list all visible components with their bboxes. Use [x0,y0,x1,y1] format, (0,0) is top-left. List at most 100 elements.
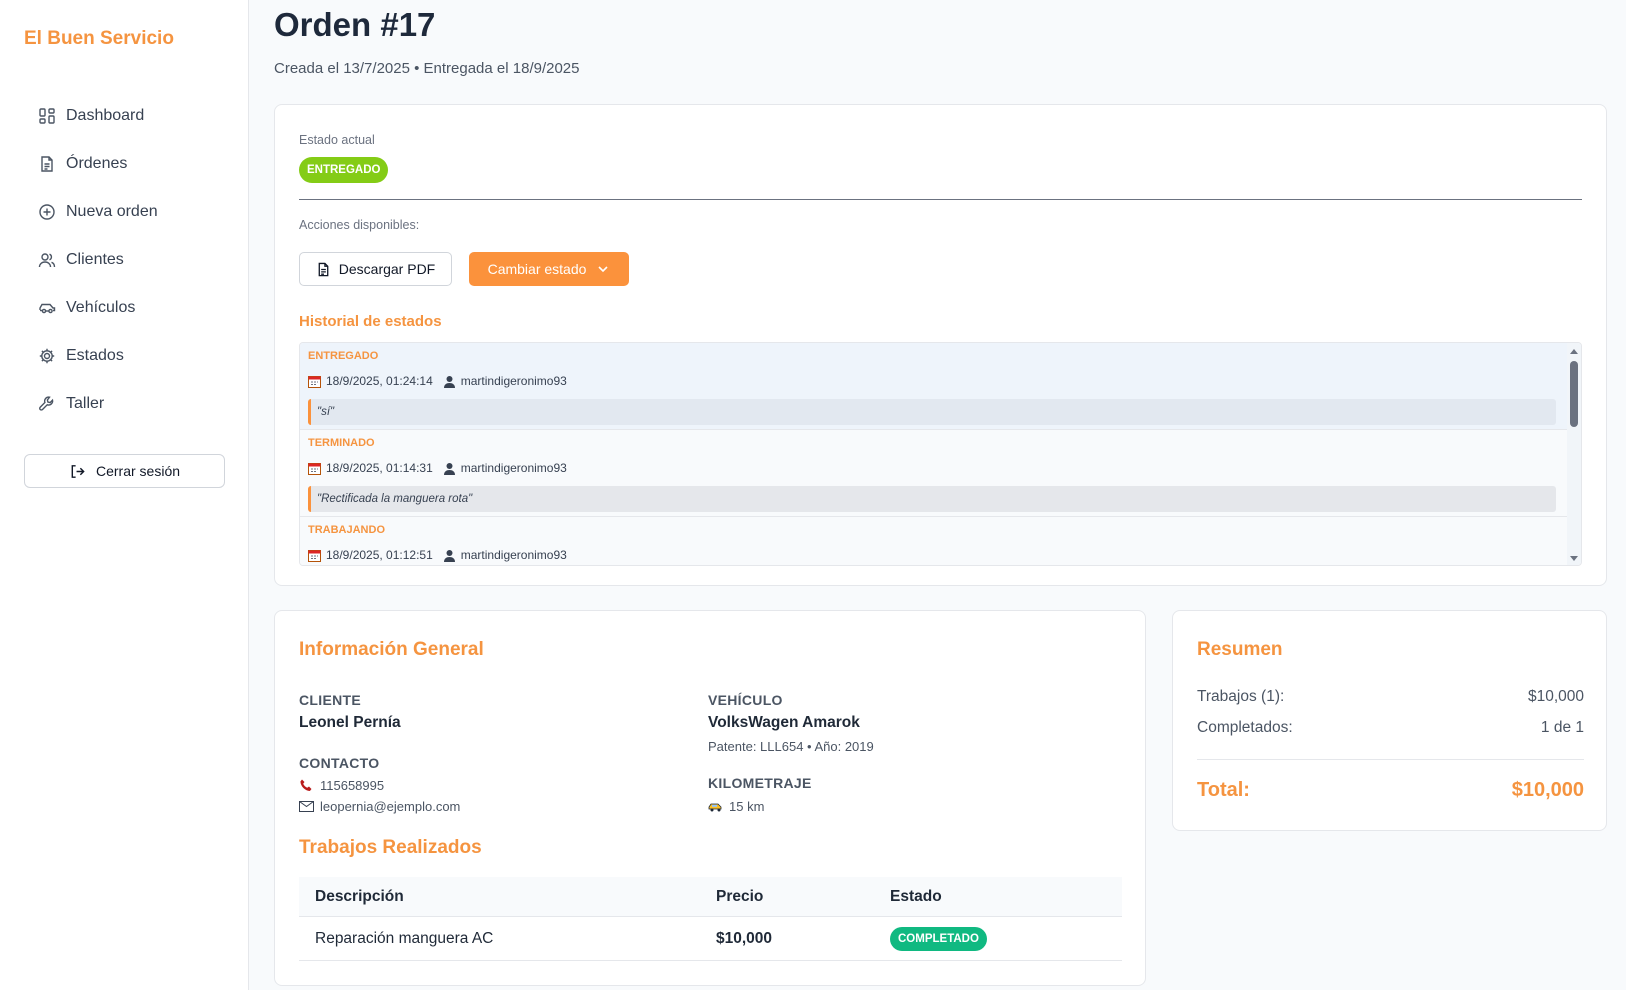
table-row: Reparación manguera AC $10,000 COMPLETAD… [299,917,1122,961]
logout-button[interactable]: Cerrar sesión [24,454,225,488]
calendar-icon [308,462,321,475]
page-subtitle: Creada el 13/7/2025 • Entregada el 18/9/… [274,60,580,77]
history-datetime: 18/9/2025, 01:14:31 [326,461,433,475]
sidebar-item-label: Dashboard [66,107,145,124]
scroll-up-icon[interactable] [1570,349,1578,354]
summary-completed-value: 1 de 1 [1540,719,1584,736]
summary-completed-row: Completados: 1 de 1 [1197,719,1584,737]
history-comment: "sí" [308,399,1556,425]
document-icon [38,155,56,173]
chevron-down-icon [598,266,608,273]
general-info-card: Información General CLIENTE Leonel Perní… [274,610,1146,986]
user-icon [443,549,455,562]
history-item: TERMINADO 18/9/2025, 01:14:31 martindige… [300,430,1568,517]
calendar-icon [308,549,321,562]
user-icon [443,462,455,475]
status-badge: COMPLETADO [890,926,987,951]
email-icon [299,801,314,812]
client-name: Leonel Pernía [299,714,401,731]
change-status-button[interactable]: Cambiar estado [469,252,629,286]
sidebar-item-vehiculos[interactable]: Vehículos [38,284,238,332]
sidebar-item-taller[interactable]: Taller [38,380,238,428]
history-meta: 18/9/2025, 01:14:31 martindigeronimo93 [308,461,567,475]
scroll-down-icon[interactable] [1570,556,1578,561]
current-status-label: Estado actual [299,133,375,147]
document-icon [318,262,329,276]
car-icon [708,803,722,812]
divider [299,199,1582,200]
history-datetime: 18/9/2025, 01:24:14 [326,374,433,388]
mileage-label: KILOMETRAJE [708,775,812,791]
history-comment: "Rectificada la manguera rota" [308,486,1556,512]
sidebar-nav: Dashboard Órdenes Nueva orden Clientes V… [38,92,238,428]
sidebar-item-estados[interactable]: Estados [38,332,238,380]
sidebar-item-clientes[interactable]: Clientes [38,236,238,284]
email-value: leopernia@ejemplo.com [320,799,461,814]
history-item: ENTREGADO 18/9/2025, 01:24:14 martindige… [300,343,1568,430]
sidebar-item-label: Órdenes [66,155,128,172]
sidebar-item-ordenes[interactable]: Órdenes [38,140,238,188]
sidebar-item-label: Taller [66,395,105,412]
sidebar-item-dashboard[interactable]: Dashboard [38,92,238,140]
summary-total-value: $10,000 [1511,779,1584,801]
user-icon [443,375,455,388]
work-status-cell: COMPLETADO [874,926,1122,951]
vehicle-name: VolksWagen Amarok [708,714,860,731]
divider [1197,759,1584,760]
history-datetime: 18/9/2025, 01:12:51 [326,548,433,562]
status-history-list[interactable]: ENTREGADO 18/9/2025, 01:24:14 martindige… [299,342,1582,566]
column-header-description: Descripción [315,887,404,905]
mileage-value: 15 km [729,799,765,814]
contact-label: CONTACTO [299,755,380,771]
download-pdf-button[interactable]: Descargar PDF [299,252,452,286]
vehicle-label: VEHÍCULO [708,692,783,708]
phone-icon [300,779,312,791]
history-meta: 18/9/2025, 01:12:51 martindigeronimo93 [308,548,567,562]
status-card: Estado actual ENTREGADO Acciones disponi… [274,104,1607,586]
dashboard-icon [38,107,56,125]
mileage: 15 km [708,799,764,814]
wrench-icon [38,395,56,413]
history-title: Historial de estados [299,313,442,330]
sidebar: El Buen Servicio Dashboard Órdenes Nueva… [0,0,249,990]
table-header: Descripción Precio Estado [299,877,1122,917]
status-badge: ENTREGADO [299,157,389,183]
column-header-status: Estado [890,887,942,905]
logout-icon [71,464,85,478]
sidebar-item-label: Estados [66,347,124,364]
summary-total-label: Total: [1197,779,1250,801]
history-state: TRABAJANDO [308,524,385,536]
work-price: $10,000 [716,929,773,947]
download-pdf-label: Descargar PDF [338,261,436,277]
contact-phone: 115658995 [299,778,384,793]
vehicle-detail: Patente: LLL654 • Año: 2019 [708,739,874,754]
phone-value: 115658995 [320,778,385,793]
car-icon [38,299,56,317]
history-item: TRABAJANDO 18/9/2025, 01:12:51 martindig… [300,517,1568,565]
scrollbar-thumb[interactable] [1570,361,1578,427]
history-scroll-area[interactable]: ENTREGADO 18/9/2025, 01:24:14 martindige… [300,343,1568,565]
change-status-label: Cambiar estado [487,261,587,277]
brand-title[interactable]: El Buen Servicio [24,28,174,50]
general-info-title: Información General [299,639,484,660]
actions-label: Acciones disponibles: [299,218,420,232]
history-scrollbar[interactable] [1567,343,1581,565]
sidebar-item-nueva-orden[interactable]: Nueva orden [38,188,238,236]
history-user: martindigeronimo93 [460,461,567,475]
plus-circle-icon [38,203,56,221]
history-user: martindigeronimo93 [460,374,567,388]
sidebar-item-label: Nueva orden [66,203,158,220]
history-meta: 18/9/2025, 01:24:14 martindigeronimo93 [308,374,567,388]
summary-works-row: Trabajos (1): $10,000 [1197,688,1584,706]
summary-completed-label: Completados: [1197,719,1293,736]
summary-works-value: $10,000 [1527,688,1584,705]
works-title: Trabajos Realizados [299,837,482,858]
summary-works-label: Trabajos (1): [1197,688,1285,705]
client-label: CLIENTE [299,692,361,708]
summary-total-row: Total: $10,000 [1197,779,1584,802]
works-table: Descripción Precio Estado Reparación man… [299,877,1122,961]
contact-email: leopernia@ejemplo.com [299,799,460,814]
calendar-icon [308,375,321,388]
sidebar-item-label: Clientes [66,251,124,268]
logout-label: Cerrar sesión [95,463,181,479]
